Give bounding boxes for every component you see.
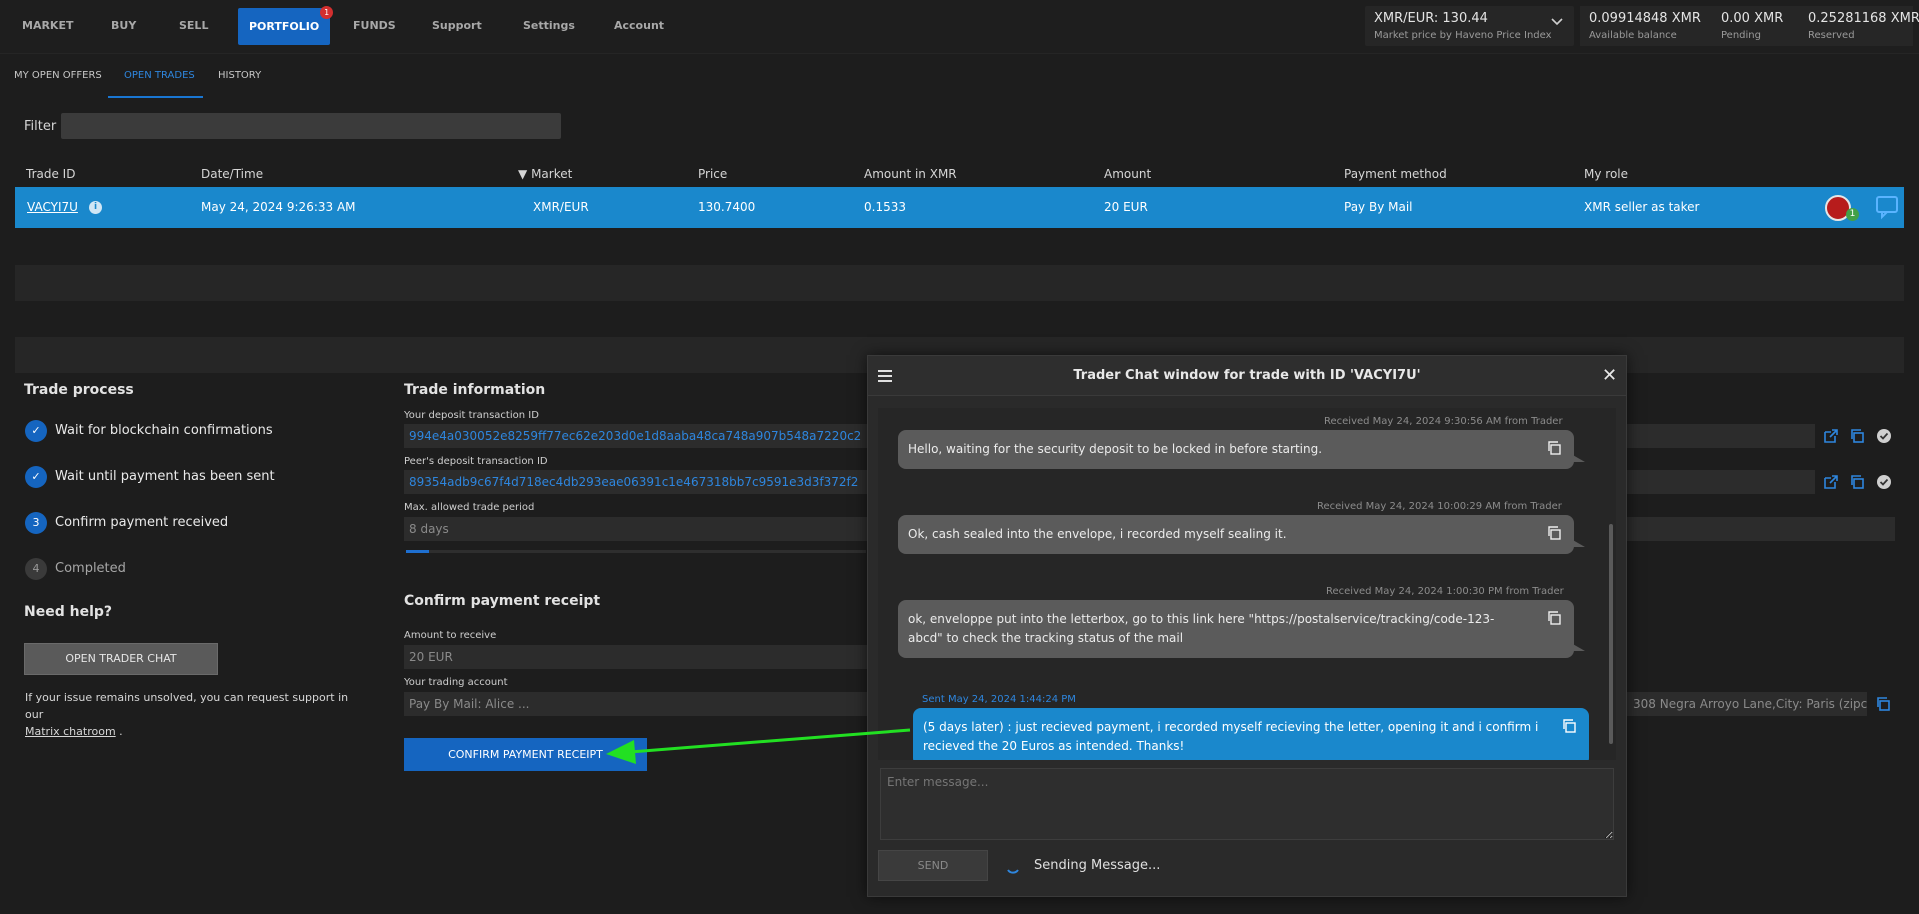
annotation-arrow	[606, 728, 911, 764]
